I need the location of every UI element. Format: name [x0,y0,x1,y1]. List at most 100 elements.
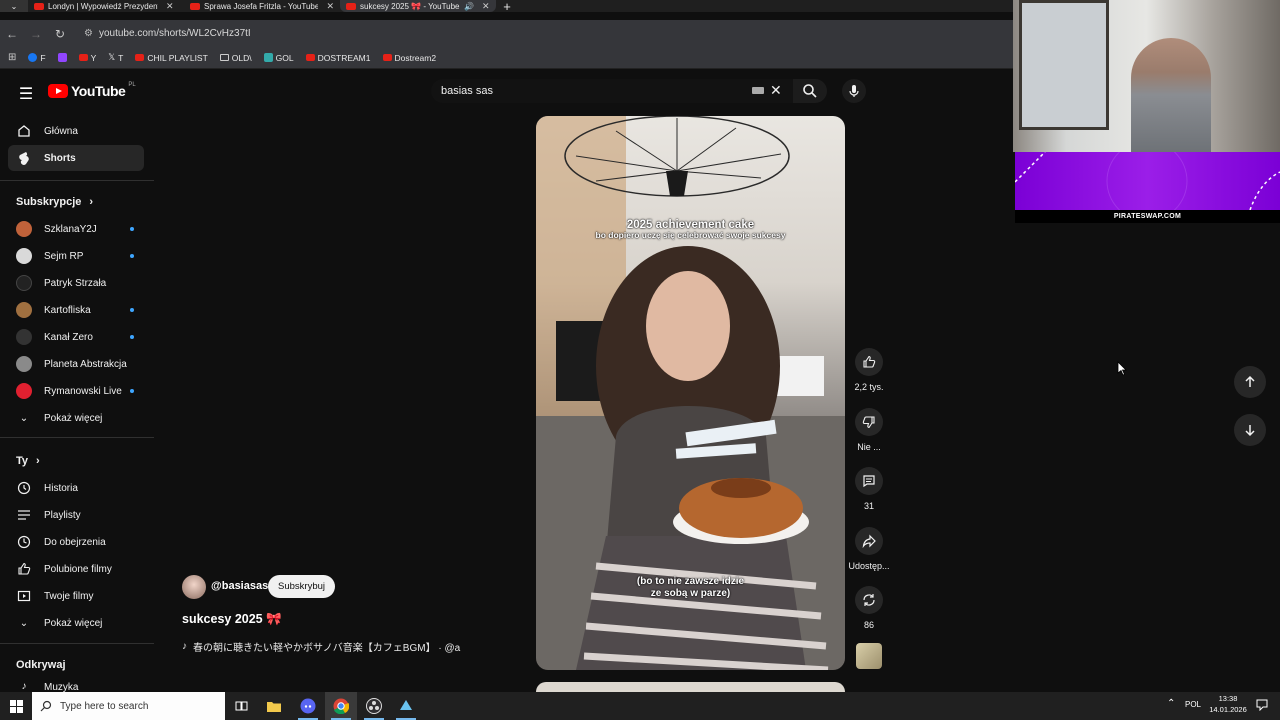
apps-icon[interactable]: ⊞ [8,52,16,63]
sidebar-item-subscription[interactable]: Kanał Zero [8,324,144,350]
bookmark-t[interactable]: 𝕏T [108,52,123,63]
bookmark-dostream2[interactable]: Dostream2 [382,53,436,63]
tab-search-button[interactable]: ⌄ [0,0,28,12]
close-tab-icon[interactable]: ✕ [326,1,334,12]
close-tab-icon[interactable]: ✕ [482,1,490,12]
browser-tab[interactable]: Sprawa Josefa Fritzla - YouTube ✕ [184,0,340,12]
remix-button[interactable]: 86 [849,586,889,630]
music-link[interactable]: ♪ 春の朝に聴きたい軽やかボサノバ音楽【カフェBGM】 · @a [182,639,482,654]
subscriptions-heading[interactable]: Subskrypcje › [16,196,93,208]
playlist-icon [16,507,32,523]
bookmark-dostream1[interactable]: DOSTREAM1 [305,52,371,63]
show-more-button[interactable]: ⌄ Pokaż więcej [8,405,144,431]
task-view-button[interactable] [225,692,257,720]
taskbar-file-explorer[interactable] [258,692,290,720]
previous-short-button[interactable] [1234,366,1266,398]
start-button[interactable] [0,692,32,720]
share-button[interactable]: Udostęp... [848,527,890,571]
comments-button[interactable]: 31 [849,467,889,511]
sidebar-item-music[interactable]: ♪ Muzyka [8,678,144,693]
bookmark-label: GOL [275,52,294,63]
bookmark-old[interactable]: OLD\ [219,53,252,63]
show-more-button[interactable]: ⌄ Pokaż więcej [8,610,144,636]
browser-tab[interactable]: Londyn | Wypowiedź Prezydent ✕ [28,0,184,12]
x-icon: 𝕏 [108,52,116,62]
sidebar-item-subscription[interactable]: Patryk Strzała [8,270,144,296]
notification-button[interactable] [1256,698,1268,716]
shorts-video-player[interactable]: 2025 achievement cake bo dopiero uczę si… [536,116,845,670]
sidebar-item-your-videos[interactable]: Twoje filmy [8,583,144,609]
sound-thumbnail[interactable] [856,643,882,669]
hamburger-menu-icon[interactable]: ☰ [16,84,36,104]
sidebar-item-label: Sejm RP [44,250,84,262]
sidebar-item-subscription[interactable]: Sejm RP [8,243,144,269]
taskbar-obs[interactable] [358,692,390,720]
reload-icon[interactable]: ↻ [48,27,72,41]
bookmark-label: DOSTREAM1 [317,52,371,63]
close-tab-icon[interactable]: ✕ [166,1,174,12]
sidebar-item-label: Kartofliska [44,304,91,316]
bookmark-label: CHIL PLAYLIST [147,52,208,63]
taskbar-app[interactable] [390,692,422,720]
remix-icon[interactable] [855,586,883,614]
like-button[interactable]: 2,2 tys. [849,348,889,392]
keyboard-icon[interactable] [752,87,764,94]
channel-avatar[interactable] [182,575,206,599]
bookmark-facebook[interactable]: F [28,53,46,63]
thumb-up-icon[interactable] [855,348,883,376]
sidebar-item-subscription[interactable]: Planeta Abstrakcja [8,351,144,377]
search-input[interactable]: basias sas ✕ [431,79,793,103]
new-tab-button[interactable]: + [496,0,518,14]
sidebar-item-label: Polubione filmy [44,563,112,575]
voice-search-button[interactable] [842,79,866,103]
sidebar-item-subscription[interactable]: SzklanaY2J [8,216,144,242]
bookmark-gol[interactable]: GOL [263,52,294,63]
taskbar-discord[interactable] [292,692,324,720]
tray-overflow-icon[interactable]: ⌃ [1167,698,1175,709]
short-title[interactable]: sukcesy 2025 🎀 [182,612,282,627]
speaker-icon[interactable]: 🔊 [464,2,474,11]
youtube-logo[interactable]: YouTube PL [48,82,136,99]
folder-icon [267,701,281,712]
bookmark-label: Y [90,52,97,63]
comment-icon[interactable] [855,467,883,495]
taskbar-search-input[interactable]: Type here to search [32,692,225,720]
bookmark-y[interactable]: Y [78,52,97,63]
home-icon [16,123,32,139]
clear-search-icon[interactable]: ✕ [770,82,782,99]
back-icon[interactable]: ← [0,27,24,41]
sidebar-item-watch-later[interactable]: Do obejrzenia [8,529,144,555]
divider [0,437,154,438]
sidebar-item-history[interactable]: Historia [8,475,144,501]
sidebar-item-liked[interactable]: Polubione filmy [8,556,144,582]
language-indicator[interactable]: POL [1185,700,1201,709]
facebook-icon [28,53,38,62]
bookmark-twitch[interactable] [57,53,67,62]
sidebar-item-subscription[interactable]: Rymanowski Live [8,378,144,404]
thumb-down-icon[interactable] [855,408,883,436]
sidebar-item-label: Rymanowski Live [44,385,122,397]
music-icon: ♪ [21,680,27,692]
avatar [16,383,32,399]
sidebar-item-playlists[interactable]: Playlisty [8,502,144,528]
bookmark-chil-playlist[interactable]: CHIL PLAYLIST [135,52,208,63]
system-clock[interactable]: 13:38 14.01.2026 [1206,693,1250,715]
channel-name[interactable]: @basiasas [211,580,268,592]
sidebar-item-label: Planeta Abstrakcja [44,358,127,370]
sidebar-item-subscription[interactable]: Kartofliska [8,297,144,323]
taskbar-chrome[interactable] [325,692,357,720]
next-short-button[interactable] [1234,414,1266,446]
sidebar-item-home[interactable]: Główna [8,118,144,144]
arrow-down-icon [1245,425,1255,437]
you-heading[interactable]: Ty › [16,455,40,467]
share-icon[interactable] [855,527,883,555]
sidebar-item-shorts[interactable]: Shorts [8,145,144,171]
divider [0,180,154,181]
subscribe-button[interactable]: Subskrybuj [268,575,335,598]
forward-icon[interactable]: → [24,27,48,41]
dislike-button[interactable]: Nie ... [849,408,889,452]
browser-tab-active[interactable]: sukcesy 2025 🎀 - YouTube 🔊 ✕ [340,0,496,12]
site-info-icon[interactable]: ⚙ [84,28,93,39]
search-button[interactable] [793,79,827,103]
address-bar[interactable]: ⚙ youtube.com/shorts/WL2CvHz37tI [76,22,976,45]
